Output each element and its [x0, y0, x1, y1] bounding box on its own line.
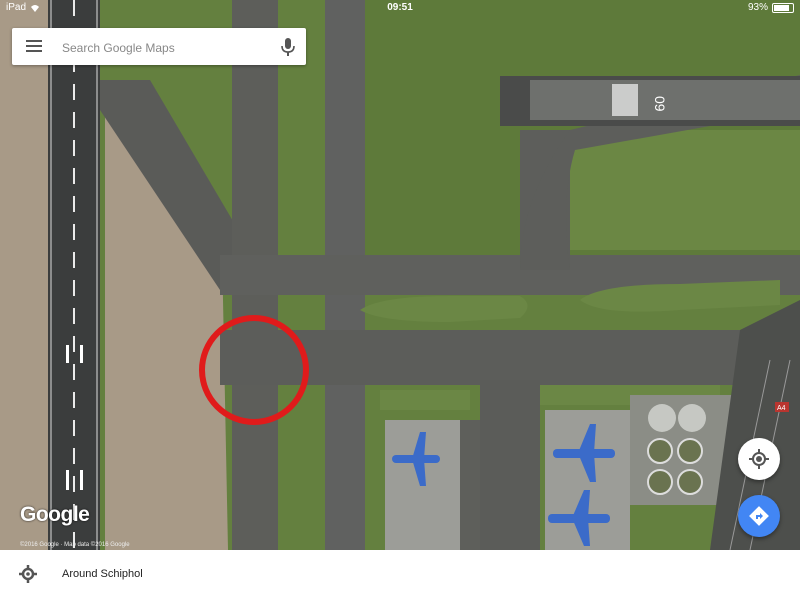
- map-imagery: 09 A4: [0, 0, 800, 550]
- search-input[interactable]: [60, 36, 274, 59]
- directions-button[interactable]: [738, 495, 780, 537]
- battery-icon: [772, 2, 794, 13]
- my-location-icon: [749, 449, 769, 469]
- svg-text:09: 09: [652, 96, 668, 112]
- status-time: 09:51: [387, 2, 413, 13]
- bottom-bar: Around Schiphol: [0, 550, 800, 600]
- microphone-icon[interactable]: [280, 37, 296, 57]
- menu-icon[interactable]: [26, 40, 42, 52]
- svg-text:A4: A4: [777, 405, 786, 412]
- google-logo: Google: [20, 503, 90, 526]
- satellite-map[interactable]: 09 A4: [0, 0, 800, 550]
- search-bar[interactable]: [12, 28, 306, 65]
- battery-percent: 93%: [747, 2, 768, 13]
- directions-icon: [749, 506, 769, 526]
- settings-gear-icon[interactable]: [19, 565, 37, 583]
- status-bar: iPad 09:51 93%: [0, 0, 800, 16]
- battery-fill: [774, 4, 789, 11]
- my-location-button[interactable]: [738, 438, 780, 480]
- area-label[interactable]: Around Schiphol: [62, 568, 143, 580]
- map-copyright: ©2016 Google · Map data ©2016 Google: [20, 542, 130, 548]
